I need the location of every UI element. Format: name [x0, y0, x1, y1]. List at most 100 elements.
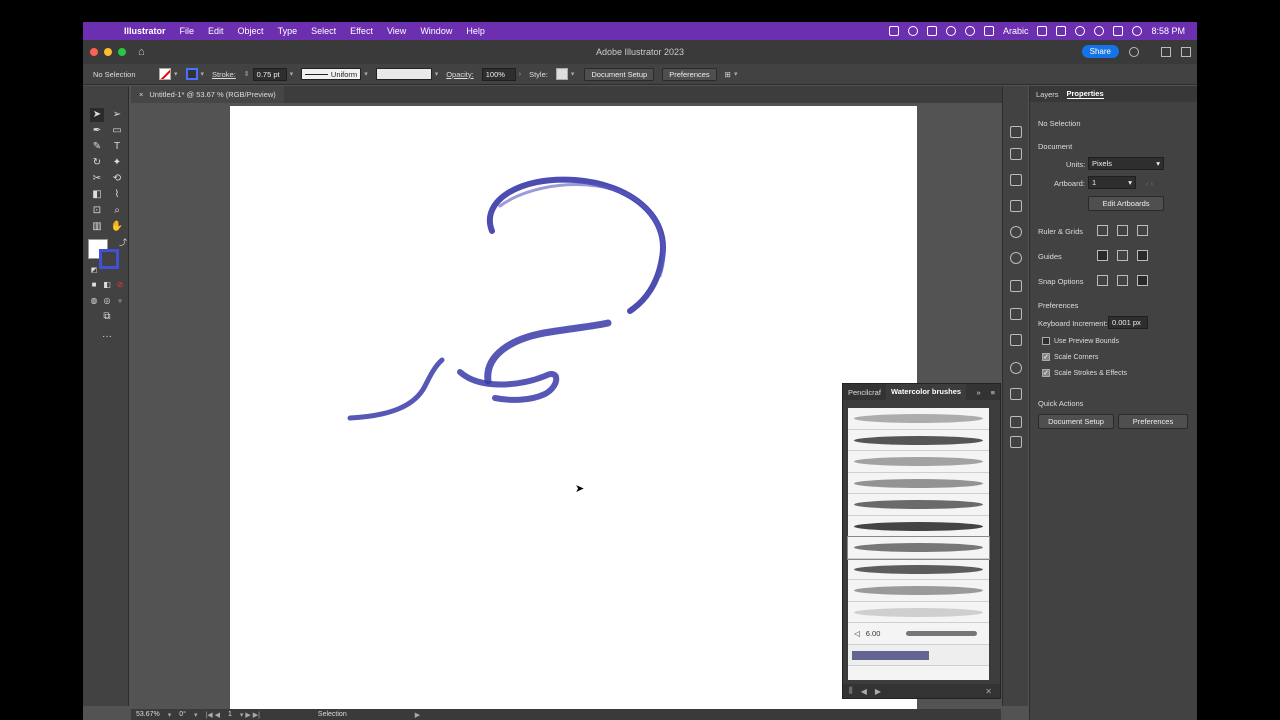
chevron-down-icon[interactable]: ▾ [364, 70, 368, 78]
camera-icon[interactable] [926, 26, 937, 36]
use-preview-bounds-checkbox[interactable]: Use Preview Bounds [1042, 337, 1119, 345]
menu-window[interactable]: Window [413, 26, 459, 36]
list-item[interactable] [848, 580, 989, 602]
color-mode-icon[interactable]: ■ [87, 278, 101, 292]
rotate-tool-icon[interactable]: ↻ [90, 156, 104, 170]
export-panel-icon[interactable] [1010, 436, 1022, 448]
character-panel-icon[interactable] [1010, 200, 1022, 212]
panel-collapse-icon[interactable]: » [971, 388, 985, 397]
list-item[interactable] [848, 408, 989, 430]
scale-corners-checkbox[interactable]: ✓ Scale Corners [1042, 353, 1098, 361]
default-colors-icon[interactable]: ◩ [87, 264, 101, 278]
keyboard-increment-field[interactable]: 0.001 px [1108, 316, 1148, 329]
scale-strokes-checkbox[interactable]: ✓ Scale Strokes & Effects [1042, 369, 1127, 377]
list-item[interactable] [848, 644, 989, 666]
artboard-number[interactable]: 1 [228, 711, 232, 718]
transform-panel-icon[interactable] [1010, 308, 1022, 320]
zoom-window-button[interactable] [118, 48, 126, 56]
transparency-grid-icon[interactable] [1137, 225, 1148, 236]
screen-share-icon[interactable] [907, 26, 918, 36]
grid-icon[interactable] [1117, 225, 1128, 236]
wifi-icon[interactable] [1075, 26, 1086, 36]
snap-to-pixel-icon[interactable] [1137, 275, 1148, 286]
paintbrush-tool-icon[interactable]: ✎ [90, 140, 104, 154]
control-center-icon[interactable] [1113, 26, 1124, 36]
style-control[interactable]: ▾ [555, 68, 575, 80]
graphic-styles-panel-icon[interactable] [1010, 388, 1022, 400]
previous-library-icon[interactable]: ◀ [861, 687, 867, 696]
brush-size-row[interactable]: ◁ 6.00 [848, 623, 989, 645]
gradient-mode-icon[interactable]: ◧ [100, 278, 114, 292]
rulers-icon[interactable] [1097, 225, 1108, 236]
direct-selection-tool-icon[interactable]: ➢ [110, 108, 124, 122]
input-language[interactable]: Arabic [1003, 26, 1029, 36]
variable-width-profile[interactable]: Uniform ▾ [301, 68, 368, 80]
menu-type[interactable]: Type [271, 26, 305, 36]
pen-tool-icon[interactable]: ✒ [90, 124, 104, 138]
stepper-icon[interactable]: ⇕ [244, 70, 250, 78]
edit-artboards-button[interactable]: Edit Artboards [1088, 196, 1164, 211]
bluetooth-icon[interactable] [1037, 26, 1048, 36]
first-artboard-icon[interactable]: |◀ ◀ [205, 711, 220, 719]
play-icon[interactable] [945, 26, 956, 36]
stroke-control[interactable]: ▾ [185, 68, 204, 80]
volume-icon[interactable] [983, 26, 994, 36]
list-item[interactable] [848, 516, 989, 537]
graph-tool-icon[interactable]: ▥ [90, 220, 104, 234]
pathfinder-panel-icon[interactable] [1010, 334, 1022, 346]
brush-libraries-icon[interactable]: ⫼ [849, 686, 853, 696]
list-item[interactable] [848, 430, 989, 451]
tab-properties[interactable]: Properties [1066, 89, 1104, 99]
draw-normal-icon[interactable]: ◍ [87, 294, 101, 308]
search-icon[interactable] [1129, 47, 1139, 57]
menu-select[interactable]: Select [304, 26, 343, 36]
arrange-documents-icon[interactable] [1161, 47, 1171, 57]
battery-icon[interactable] [1056, 26, 1067, 36]
brushes-panel-icon[interactable] [1010, 362, 1022, 374]
snap-to-point-icon[interactable] [1097, 275, 1108, 286]
list-item[interactable] [848, 473, 989, 494]
show-guides-icon[interactable] [1097, 250, 1108, 261]
document-setup-button[interactable]: Document Setup [584, 67, 655, 81]
symbols-panel-icon[interactable] [1010, 252, 1022, 264]
artboard-select[interactable]: 1 ▾ [1088, 176, 1136, 189]
close-tab-icon[interactable]: × [139, 90, 143, 99]
chevron-down-icon[interactable]: ▾ [168, 711, 172, 719]
moon-icon[interactable] [964, 26, 975, 36]
lock-guides-icon[interactable] [1117, 250, 1128, 261]
fill-swatch[interactable] [159, 68, 171, 80]
share-button[interactable]: Share [1081, 45, 1119, 58]
type-tool-icon[interactable]: T [110, 140, 124, 154]
chevron-down-icon[interactable]: ▾ [174, 70, 178, 78]
chevron-right-icon[interactable]: › [519, 71, 521, 78]
stroke-swatch[interactable] [185, 68, 198, 80]
list-item[interactable] [848, 494, 989, 516]
workspace-switcher-icon[interactable] [1181, 47, 1191, 57]
align-panel-icon[interactable] [1010, 280, 1022, 292]
menu-help[interactable]: Help [459, 26, 492, 36]
stroke-weight-value[interactable]: 0.75 pt [252, 67, 287, 81]
draw-behind-icon[interactable]: ◎ [100, 294, 114, 308]
gradient-tool-icon[interactable]: ◧ [90, 188, 104, 202]
opacity-field[interactable]: 100% › [481, 67, 521, 81]
next-library-icon[interactable]: ▶ [875, 687, 881, 696]
chevron-down-icon[interactable]: ▾ [571, 70, 575, 78]
list-item[interactable] [848, 602, 989, 623]
menu-edit[interactable]: Edit [201, 26, 231, 36]
menubar-clock[interactable]: 8:58 PM [1151, 26, 1185, 36]
close-window-button[interactable] [90, 48, 98, 56]
stroke-color-icon[interactable] [99, 249, 119, 269]
brush-preview[interactable] [375, 68, 432, 80]
list-item[interactable] [848, 559, 989, 580]
stroke-weight-field[interactable]: ⇕ 0.75 pt ▾ [244, 67, 293, 81]
chevron-down-icon[interactable]: ▾ [194, 711, 198, 719]
eyedropper-tool-icon[interactable]: ⌇ [110, 188, 124, 202]
siri-icon[interactable] [1132, 26, 1143, 36]
arrange-icon[interactable]: ⊞ ▾ [725, 70, 738, 79]
swap-colors-icon[interactable]: ⤴ [116, 236, 130, 250]
libraries-panel-icon[interactable] [1010, 416, 1022, 428]
units-select[interactable]: Pixels ▾ [1088, 157, 1164, 170]
screen-mode-icon[interactable]: ⧉ [100, 310, 114, 324]
appearance-panel-icon[interactable] [1010, 226, 1022, 238]
color-panel-icon[interactable] [1010, 148, 1022, 160]
